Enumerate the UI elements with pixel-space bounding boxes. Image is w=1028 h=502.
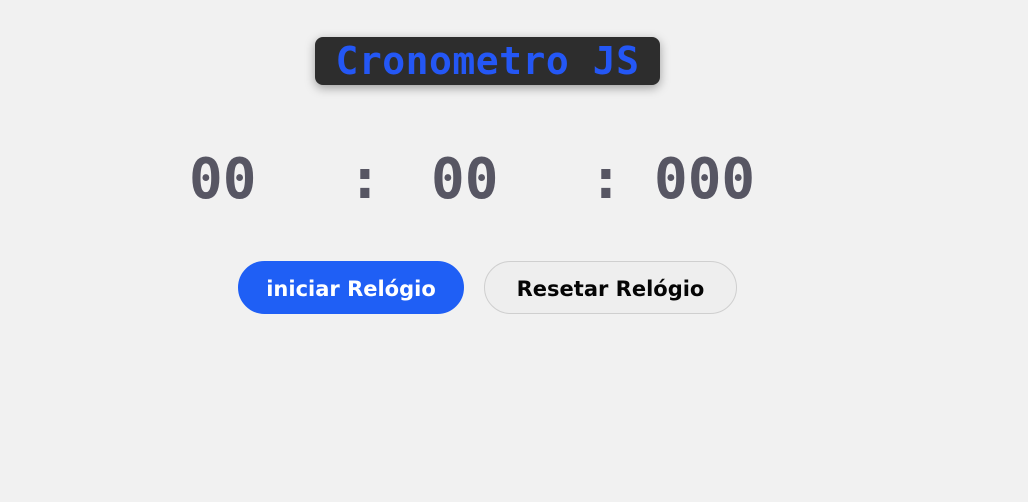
seconds-display: 00 [431,147,499,212]
milliseconds-display: 000 [654,147,756,212]
stopwatch-page: Cronometro JS 00 : 00 : 000 iniciar Reló… [0,0,1028,502]
reset-clock-button[interactable]: Resetar Relógio [484,261,737,314]
time-separator: : [348,147,382,212]
minutes-display: 00 [189,147,257,212]
stopwatch-display: 00 : 00 : 000 [0,145,1028,215]
page-title: Cronometro JS [315,37,660,85]
time-separator: : [589,147,623,212]
start-clock-button[interactable]: iniciar Relógio [238,261,464,314]
